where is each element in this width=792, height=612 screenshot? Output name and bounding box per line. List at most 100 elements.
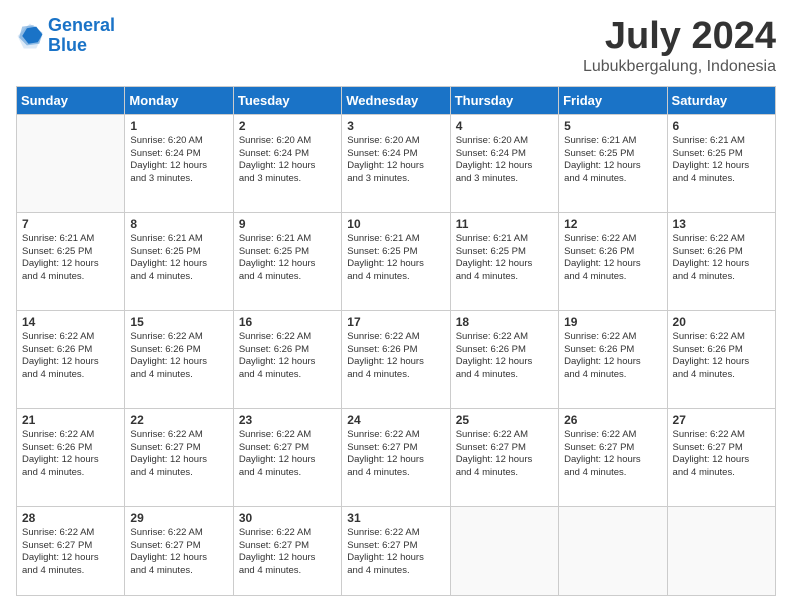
day-number: 5 xyxy=(564,119,661,133)
page: General Blue July 2024 Lubukbergalung, I… xyxy=(0,0,792,612)
day-number: 29 xyxy=(130,511,227,525)
day-info: Sunrise: 6:22 AM Sunset: 6:27 PM Dayligh… xyxy=(673,429,770,480)
calendar-day-cell: 19 Sunrise: 6:22 AM Sunset: 6:26 PM Dayli… xyxy=(559,310,667,408)
weekday-header-saturday: Saturday xyxy=(667,86,775,114)
day-info: Sunrise: 6:22 AM Sunset: 6:26 PM Dayligh… xyxy=(22,331,119,382)
day-info: Sunrise: 6:22 AM Sunset: 6:26 PM Dayligh… xyxy=(239,331,336,382)
day-info: Sunrise: 6:22 AM Sunset: 6:26 PM Dayligh… xyxy=(564,331,661,382)
day-number: 6 xyxy=(673,119,770,133)
day-number: 26 xyxy=(564,413,661,427)
calendar-day-cell: 3 Sunrise: 6:20 AM Sunset: 6:24 PM Daylig… xyxy=(342,114,450,212)
calendar-day-cell: 1 Sunrise: 6:20 AM Sunset: 6:24 PM Daylig… xyxy=(125,114,233,212)
calendar-week-row: 7 Sunrise: 6:21 AM Sunset: 6:25 PM Daylig… xyxy=(17,212,776,310)
calendar-week-row: 21 Sunrise: 6:22 AM Sunset: 6:26 PM Dayli… xyxy=(17,408,776,506)
day-info: Sunrise: 6:22 AM Sunset: 6:27 PM Dayligh… xyxy=(22,527,119,578)
calendar-day-cell: 31 Sunrise: 6:22 AM Sunset: 6:27 PM Dayli… xyxy=(342,506,450,595)
day-info: Sunrise: 6:22 AM Sunset: 6:26 PM Dayligh… xyxy=(130,331,227,382)
calendar-day-cell: 9Sunrise: 6:21 AM Sunset: 6:25 PM Daylig… xyxy=(233,212,341,310)
day-info: Sunrise: 6:21 AM Sunset: 6:25 PM Dayligh… xyxy=(22,233,119,284)
calendar-day-cell: 27 Sunrise: 6:22 AM Sunset: 6:27 PM Dayli… xyxy=(667,408,775,506)
calendar-day-cell: 30 Sunrise: 6:22 AM Sunset: 6:27 PM Dayli… xyxy=(233,506,341,595)
calendar-day-cell: 15 Sunrise: 6:22 AM Sunset: 6:26 PM Dayli… xyxy=(125,310,233,408)
day-info: Sunrise: 6:21 AM Sunset: 6:25 PM Dayligh… xyxy=(673,135,770,186)
day-info: Sunrise: 6:22 AM Sunset: 6:26 PM Dayligh… xyxy=(22,429,119,480)
logo: General Blue xyxy=(16,16,115,56)
calendar-day-cell: 20Sunrise: 6:22 AM Sunset: 6:26 PM Dayli… xyxy=(667,310,775,408)
logo-line1: General xyxy=(48,15,115,35)
day-number: 9 xyxy=(239,217,336,231)
calendar-week-row: 1 Sunrise: 6:20 AM Sunset: 6:24 PM Daylig… xyxy=(17,114,776,212)
day-info: Sunrise: 6:22 AM Sunset: 6:26 PM Dayligh… xyxy=(564,233,661,284)
day-number: 11 xyxy=(456,217,553,231)
calendar-day-cell xyxy=(559,506,667,595)
day-number: 24 xyxy=(347,413,444,427)
day-number: 22 xyxy=(130,413,227,427)
weekday-header-friday: Friday xyxy=(559,86,667,114)
weekday-header-monday: Monday xyxy=(125,86,233,114)
header: General Blue July 2024 Lubukbergalung, I… xyxy=(16,16,776,76)
calendar-day-cell: 16Sunrise: 6:22 AM Sunset: 6:26 PM Dayli… xyxy=(233,310,341,408)
logo-text: General Blue xyxy=(48,16,115,56)
logo-icon xyxy=(16,22,44,50)
day-number: 14 xyxy=(22,315,119,329)
weekday-header-wednesday: Wednesday xyxy=(342,86,450,114)
day-number: 1 xyxy=(130,119,227,133)
day-info: Sunrise: 6:22 AM Sunset: 6:27 PM Dayligh… xyxy=(239,527,336,578)
calendar-week-row: 14 Sunrise: 6:22 AM Sunset: 6:26 PM Dayli… xyxy=(17,310,776,408)
day-number: 3 xyxy=(347,119,444,133)
calendar-day-cell: 13 Sunrise: 6:22 AM Sunset: 6:26 PM Dayli… xyxy=(667,212,775,310)
day-number: 10 xyxy=(347,217,444,231)
day-number: 30 xyxy=(239,511,336,525)
calendar-day-cell: 11 Sunrise: 6:21 AM Sunset: 6:25 PM Dayli… xyxy=(450,212,558,310)
calendar-day-cell: 6 Sunrise: 6:21 AM Sunset: 6:25 PM Daylig… xyxy=(667,114,775,212)
day-number: 20 xyxy=(673,315,770,329)
day-info: Sunrise: 6:20 AM Sunset: 6:24 PM Dayligh… xyxy=(239,135,336,186)
calendar-day-cell: 22Sunrise: 6:22 AM Sunset: 6:27 PM Dayli… xyxy=(125,408,233,506)
month-title: July 2024 xyxy=(583,16,776,58)
calendar-day-cell: 28 Sunrise: 6:22 AM Sunset: 6:27 PM Dayli… xyxy=(17,506,125,595)
location: Lubukbergalung, Indonesia xyxy=(583,58,776,76)
calendar-day-cell xyxy=(450,506,558,595)
weekday-header-sunday: Sunday xyxy=(17,86,125,114)
day-number: 4 xyxy=(456,119,553,133)
weekday-header-thursday: Thursday xyxy=(450,86,558,114)
day-info: Sunrise: 6:22 AM Sunset: 6:26 PM Dayligh… xyxy=(347,331,444,382)
day-info: Sunrise: 6:22 AM Sunset: 6:26 PM Dayligh… xyxy=(456,331,553,382)
calendar-day-cell: 25Sunrise: 6:22 AM Sunset: 6:27 PM Dayli… xyxy=(450,408,558,506)
calendar-day-cell xyxy=(17,114,125,212)
day-number: 19 xyxy=(564,315,661,329)
day-number: 15 xyxy=(130,315,227,329)
calendar-day-cell: 24 Sunrise: 6:22 AM Sunset: 6:27 PM Dayli… xyxy=(342,408,450,506)
calendar-day-cell: 4Sunrise: 6:20 AM Sunset: 6:24 PM Daylig… xyxy=(450,114,558,212)
calendar-day-cell: 2 Sunrise: 6:20 AM Sunset: 6:24 PM Daylig… xyxy=(233,114,341,212)
day-info: Sunrise: 6:20 AM Sunset: 6:24 PM Dayligh… xyxy=(347,135,444,186)
day-number: 23 xyxy=(239,413,336,427)
calendar-day-cell: 10 Sunrise: 6:21 AM Sunset: 6:25 PM Dayli… xyxy=(342,212,450,310)
day-number: 2 xyxy=(239,119,336,133)
calendar-day-cell xyxy=(667,506,775,595)
calendar-day-cell: 26Sunrise: 6:22 AM Sunset: 6:27 PM Dayli… xyxy=(559,408,667,506)
day-number: 7 xyxy=(22,217,119,231)
day-info: Sunrise: 6:21 AM Sunset: 6:25 PM Dayligh… xyxy=(347,233,444,284)
day-number: 8 xyxy=(130,217,227,231)
weekday-header-row: SundayMondayTuesdayWednesdayThursdayFrid… xyxy=(17,86,776,114)
day-number: 17 xyxy=(347,315,444,329)
day-info: Sunrise: 6:20 AM Sunset: 6:24 PM Dayligh… xyxy=(130,135,227,186)
day-number: 31 xyxy=(347,511,444,525)
day-number: 25 xyxy=(456,413,553,427)
day-number: 27 xyxy=(673,413,770,427)
day-info: Sunrise: 6:22 AM Sunset: 6:27 PM Dayligh… xyxy=(347,429,444,480)
calendar-day-cell: 29Sunrise: 6:22 AM Sunset: 6:27 PM Dayli… xyxy=(125,506,233,595)
day-number: 28 xyxy=(22,511,119,525)
day-info: Sunrise: 6:22 AM Sunset: 6:27 PM Dayligh… xyxy=(347,527,444,578)
title-block: July 2024 Lubukbergalung, Indonesia xyxy=(583,16,776,76)
calendar-day-cell: 5Sunrise: 6:21 AM Sunset: 6:25 PM Daylig… xyxy=(559,114,667,212)
day-number: 21 xyxy=(22,413,119,427)
day-number: 12 xyxy=(564,217,661,231)
day-info: Sunrise: 6:21 AM Sunset: 6:25 PM Dayligh… xyxy=(456,233,553,284)
calendar-day-cell: 8Sunrise: 6:21 AM Sunset: 6:25 PM Daylig… xyxy=(125,212,233,310)
calendar-day-cell: 12 Sunrise: 6:22 AM Sunset: 6:26 PM Dayli… xyxy=(559,212,667,310)
calendar-day-cell: 14 Sunrise: 6:22 AM Sunset: 6:26 PM Dayli… xyxy=(17,310,125,408)
day-number: 13 xyxy=(673,217,770,231)
day-info: Sunrise: 6:22 AM Sunset: 6:26 PM Dayligh… xyxy=(673,233,770,284)
